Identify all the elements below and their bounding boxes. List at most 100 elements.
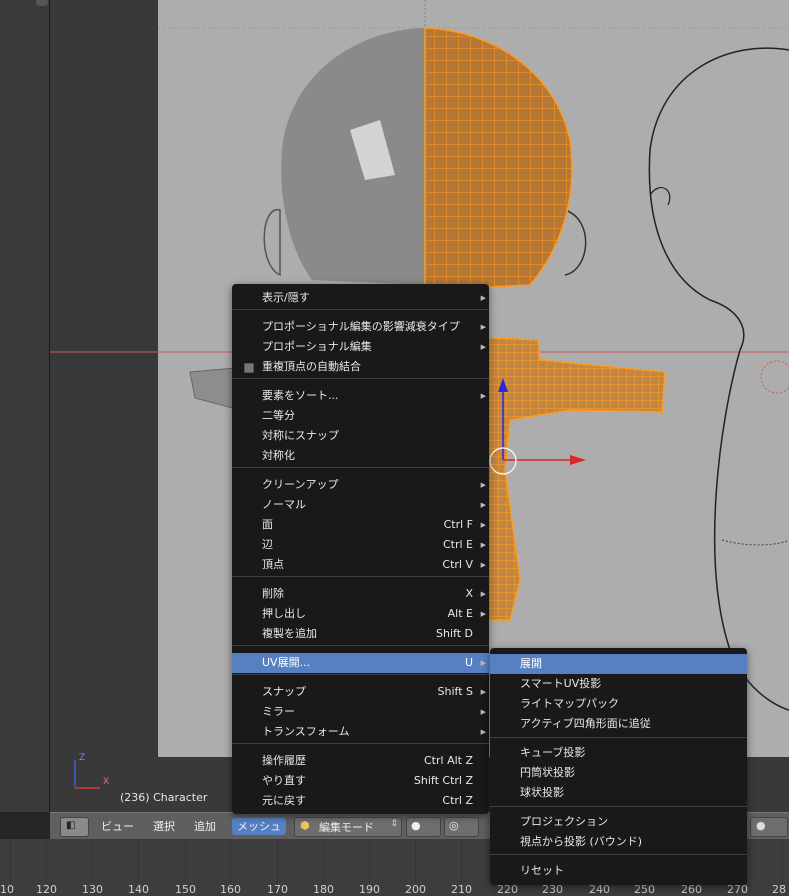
mode-selector[interactable]: ⬢ 編集モード ⇕ — [294, 817, 402, 837]
mesh-menu-item-14[interactable]: 押し出し Alt E ▶ — [232, 604, 489, 624]
menu-item-label: UV展開... — [262, 656, 311, 669]
pivot-selector[interactable]: ◎ — [444, 817, 479, 837]
mode-label: 編集モード — [319, 821, 374, 834]
mesh-menu-item-7[interactable]: 対称化 — [232, 446, 489, 466]
mesh-menu-item-22[interactable]: 元に戻す Ctrl Z — [232, 791, 489, 811]
menu-item-label: 頂点 — [262, 558, 284, 571]
menu-separator — [490, 806, 747, 807]
menu-separator — [232, 309, 489, 310]
sketch-eye — [649, 187, 671, 206]
mesh-menu-item-18[interactable]: ミラー ▶ — [232, 702, 489, 722]
mesh-menu-item-1[interactable]: プロポーショナル編集の影響減衰タイプ ▶ — [232, 317, 489, 337]
shelf-toggle[interactable] — [36, 0, 48, 6]
submenu-arrow-icon: ▶ — [480, 688, 486, 696]
uv-menu-item-3[interactable]: アクティブ四角形面に追従 — [490, 714, 747, 734]
uv-menu-item-5[interactable]: 円筒状投影 — [490, 763, 747, 783]
gizmo-x-arrow[interactable] — [570, 455, 586, 465]
checkbox[interactable] — [244, 363, 254, 373]
mesh-menu-item-10[interactable]: 面 Ctrl F ▶ — [232, 515, 489, 535]
submenu-arrow-icon: ▶ — [480, 541, 486, 549]
menu-item-label: 対称にスナップ — [262, 429, 339, 442]
mesh-menu-item-15[interactable]: 複製を追加 Shift D — [232, 624, 489, 644]
uv-menu-item-2[interactable]: ライトマップパック — [490, 694, 747, 714]
timeline-tick-label: 28 — [772, 883, 786, 896]
menu-item-shortcut: Ctrl Alt Z — [424, 754, 473, 767]
menu-item-label: スナップ — [262, 685, 306, 698]
mesh-menu-item-19[interactable]: トランスフォーム ▶ — [232, 722, 489, 742]
menu-item-label: 押し出し — [262, 607, 306, 620]
uv-menu-item-9[interactable]: リセット — [490, 861, 747, 881]
mesh-menu-item-8[interactable]: クリーンアップ ▶ — [232, 475, 489, 495]
menu-item-label: 辺 — [262, 538, 273, 551]
mesh-menu-item-21[interactable]: やり直す Shift Ctrl Z — [232, 771, 489, 791]
object-info-text: (236) Character — [120, 791, 208, 804]
menu-item-shortcut: X — [465, 587, 473, 600]
mesh-menu-item-0[interactable]: 表示/隠す ▶ — [232, 288, 489, 308]
menu-item-label: 球状投影 — [520, 786, 564, 799]
timeline-tick-label: 200 — [405, 883, 426, 896]
menu-item-label: 重複頂点の自動結合 — [262, 360, 361, 373]
cube-icon: ◧ — [66, 820, 76, 831]
menu-item-label: 展開 — [520, 657, 542, 670]
timeline-tick-line — [10, 839, 11, 883]
uv-menu-item-4[interactable]: キューブ投影 — [490, 743, 747, 763]
menu-item-label: やり直す — [262, 774, 306, 787]
submenu-arrow-icon: ▶ — [480, 561, 486, 569]
timeline-tick-line — [46, 839, 47, 883]
mesh-head-left — [281, 28, 425, 285]
mesh-menu-item-9[interactable]: ノーマル ▶ — [232, 495, 489, 515]
mesh-menu-item-16[interactable]: UV展開... U ▶ — [232, 653, 489, 673]
mesh-menu-item-13[interactable]: 削除 X ▶ — [232, 584, 489, 604]
mesh-menu: 表示/隠す ▶ プロポーショナル編集の影響減衰タイプ ▶ プロポーショナル編集 ▶ 重複頂点… — [232, 284, 489, 814]
uv-menu-item-1[interactable]: スマートUV投影 — [490, 674, 747, 694]
axis-x-label: X — [103, 777, 109, 787]
uv-menu-item-0[interactable]: 展開 — [490, 654, 747, 674]
timeline-tick-label: 170 — [267, 883, 288, 896]
menu-item-shortcut: U — [464, 656, 473, 669]
menu-select[interactable]: 選択 — [148, 818, 180, 835]
sphere-icon: ● — [411, 819, 421, 832]
mesh-menu-item-5[interactable]: 二等分 — [232, 406, 489, 426]
menu-item-label: 視点から投影 (バウンド) — [520, 835, 643, 848]
mesh-menu-item-4[interactable]: 要素をソート... ▶ — [232, 386, 489, 406]
menu-separator — [232, 378, 489, 379]
timeline-tick-label: 120 — [36, 883, 57, 896]
mesh-menu-item-11[interactable]: 辺 Ctrl E ▶ — [232, 535, 489, 555]
shading-selector[interactable]: ● — [406, 817, 441, 837]
submenu-arrow-icon: ▶ — [480, 728, 486, 736]
menu-item-label: プロジェクション — [520, 815, 608, 828]
uv-menu-item-6[interactable]: 球状投影 — [490, 783, 747, 803]
render-selector[interactable]: ● — [750, 817, 788, 837]
timeline-tick-line — [369, 839, 370, 883]
timeline-tick-label: 190 — [359, 883, 380, 896]
mesh-menu-item-17[interactable]: スナップ Shift S ▶ — [232, 682, 489, 702]
menu-view[interactable]: ビュー — [96, 818, 139, 835]
menu-separator — [232, 743, 489, 744]
reference-sketch — [648, 47, 789, 711]
uv-menu-item-7[interactable]: プロジェクション — [490, 812, 747, 832]
submenu-arrow-icon: ▶ — [480, 590, 486, 598]
mesh-menu-item-2[interactable]: プロポーショナル編集 ▶ — [232, 337, 489, 357]
uv-menu-item-8[interactable]: 視点から投影 (バウンド) — [490, 832, 747, 852]
menu-mesh[interactable]: メッシュ — [232, 818, 286, 835]
timeline-tick-label: 180 — [313, 883, 334, 896]
chevron-updown-icon: ⇕ — [390, 819, 398, 829]
submenu-arrow-icon: ▶ — [480, 294, 486, 302]
menu-item-label: プロポーショナル編集 — [262, 340, 372, 353]
submenu-arrow-icon: ▶ — [480, 323, 486, 331]
menu-item-shortcut: Ctrl Z — [442, 794, 473, 807]
timeline-tick-line — [185, 839, 186, 883]
mesh-menu-item-12[interactable]: 頂点 Ctrl V ▶ — [232, 555, 489, 575]
menu-add[interactable]: 追加 — [189, 818, 221, 835]
mesh-menu-item-6[interactable]: 対称にスナップ — [232, 426, 489, 446]
axis-z-label: Z — [79, 753, 85, 763]
menu-separator — [232, 467, 489, 468]
menu-item-shortcut: Ctrl E — [442, 538, 473, 551]
menu-item-label: 対称化 — [262, 449, 295, 462]
mesh-menu-item-3[interactable]: 重複頂点の自動結合 — [232, 357, 489, 377]
editor-type-selector[interactable]: ◧ — [60, 817, 89, 837]
menu-item-label: 要素をソート... — [262, 389, 339, 402]
timeline-tick-line — [138, 839, 139, 883]
mesh-menu-item-20[interactable]: 操作履歴 Ctrl Alt Z — [232, 751, 489, 771]
menu-item-label: リセット — [520, 864, 564, 877]
